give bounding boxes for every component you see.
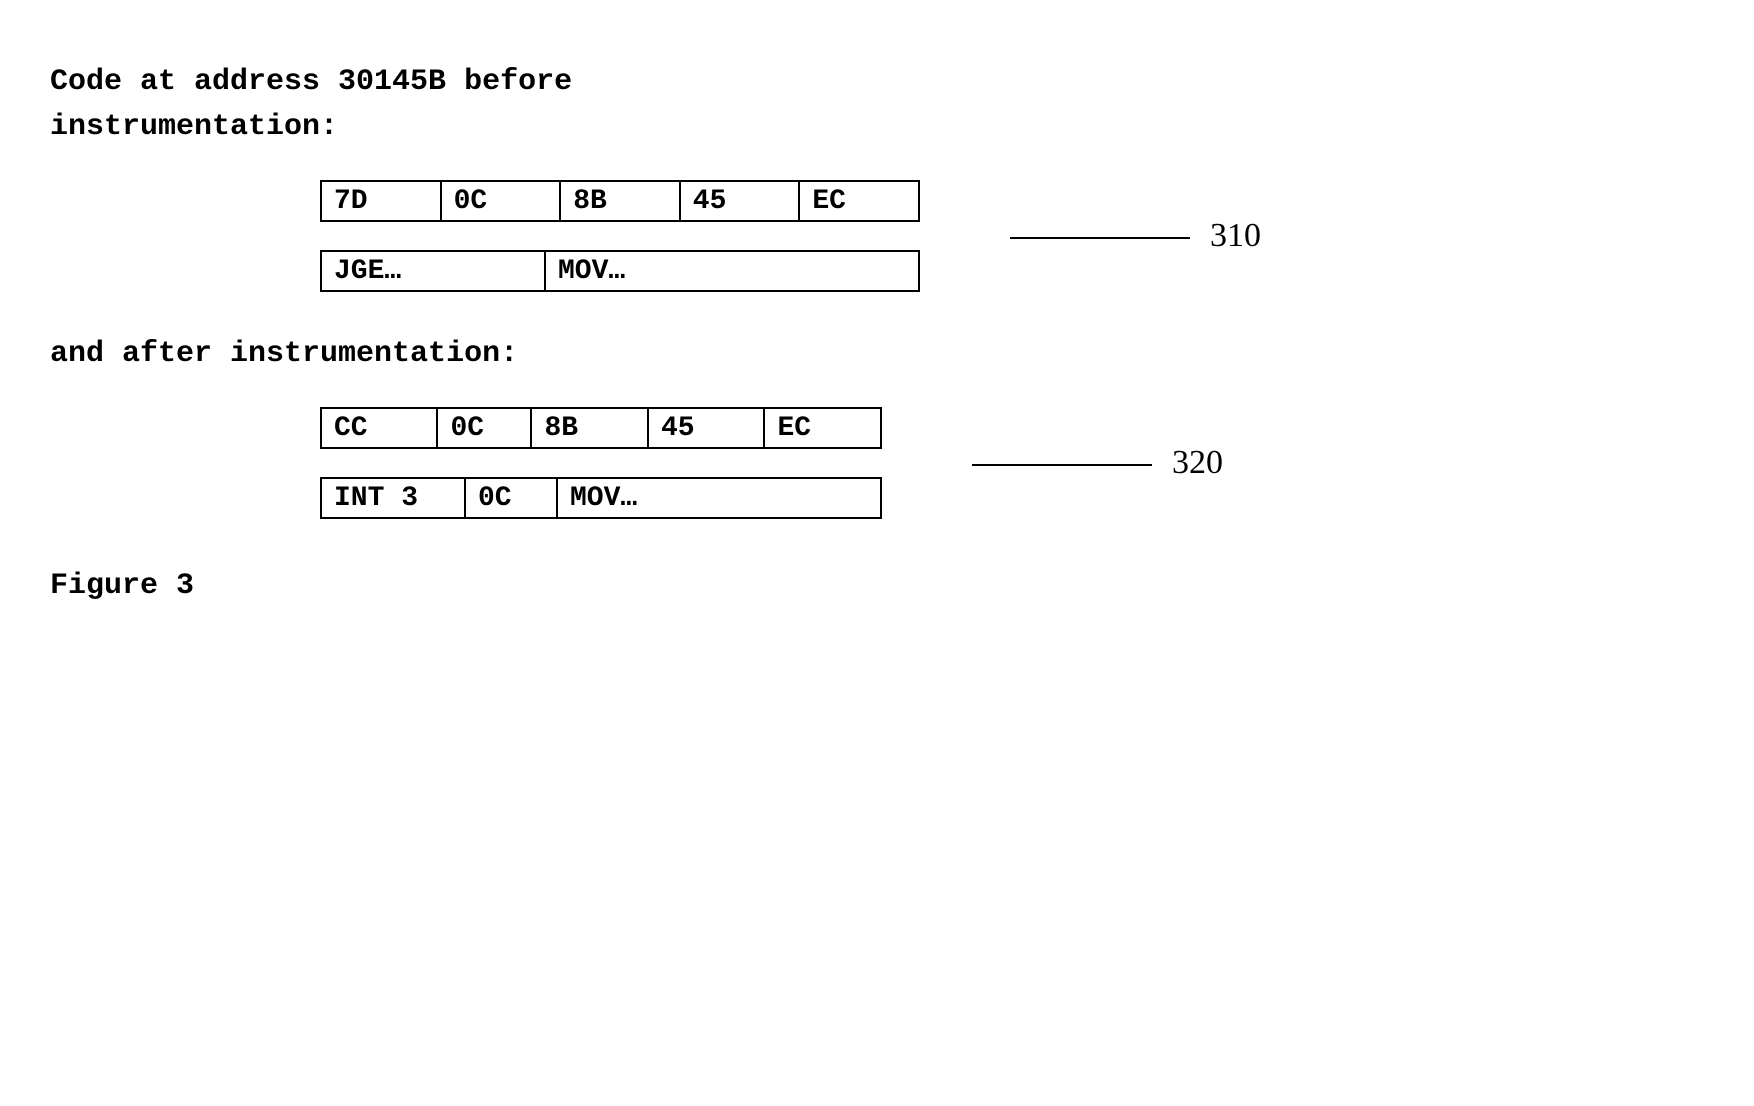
hex-cell: EC xyxy=(764,408,881,448)
callout-line-icon xyxy=(1010,237,1190,239)
asm-cell: MOV… xyxy=(557,478,881,518)
after-hex-table: CC 0C 8B 45 EC xyxy=(320,407,882,449)
heading-before-line2: instrumentation: xyxy=(50,110,338,144)
callout-320: 320 xyxy=(972,444,1223,482)
hex-cell: 8B xyxy=(560,181,680,221)
callout-number: 320 xyxy=(1172,444,1223,482)
asm-cell: 0C xyxy=(465,478,557,518)
heading-after: and after instrumentation: xyxy=(50,332,1704,377)
callout-310: 310 xyxy=(1010,217,1261,255)
asm-cell: MOV… xyxy=(545,251,919,291)
figure-caption: Figure 3 xyxy=(50,569,1704,603)
callout-number: 310 xyxy=(1210,217,1261,255)
asm-cell: JGE… xyxy=(321,251,545,291)
hex-cell: 0C xyxy=(441,181,561,221)
callout-line-icon xyxy=(972,464,1152,466)
heading-before: Code at address 30145B before instrument… xyxy=(50,60,1704,150)
hex-cell: 45 xyxy=(680,181,800,221)
after-tables: CC 0C 8B 45 EC INT 3 0C MOV… xyxy=(320,407,882,519)
before-block: 7D 0C 8B 45 EC JGE… MOV… 310 xyxy=(320,180,1704,292)
heading-before-line1: Code at address 30145B before xyxy=(50,65,572,99)
hex-cell: EC xyxy=(799,181,919,221)
after-block: CC 0C 8B 45 EC INT 3 0C MOV… 320 xyxy=(320,407,1704,519)
hex-cell: 0C xyxy=(437,408,531,448)
before-hex-table: 7D 0C 8B 45 EC xyxy=(320,180,920,222)
hex-cell: 45 xyxy=(648,408,764,448)
before-tables: 7D 0C 8B 45 EC JGE… MOV… xyxy=(320,180,920,292)
hex-cell: 7D xyxy=(321,181,441,221)
asm-cell: INT 3 xyxy=(321,478,465,518)
before-asm-table: JGE… MOV… xyxy=(320,250,920,292)
hex-cell: CC xyxy=(321,408,437,448)
hex-cell: 8B xyxy=(531,408,647,448)
after-asm-table: INT 3 0C MOV… xyxy=(320,477,882,519)
